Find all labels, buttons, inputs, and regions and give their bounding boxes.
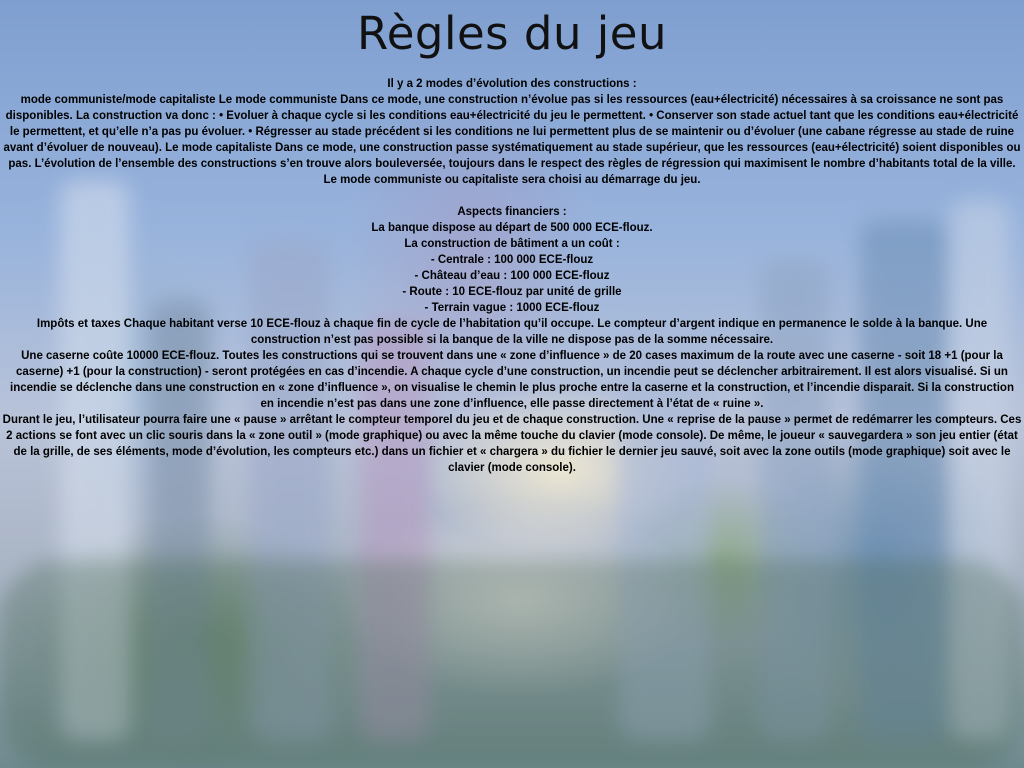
cost-heading: La construction de bâtiment a un coût : <box>404 238 620 250</box>
rules-text: Il y a 2 modes d’évolution des construct… <box>2 76 1022 476</box>
finance-heading: Aspects financiers : <box>457 206 567 218</box>
pause-save-paragraph: Durant le jeu, l’utilisateur pourra fair… <box>2 414 1022 474</box>
rules-page: Règles du jeu Il y a 2 modes d’évolution… <box>0 0 1024 768</box>
evolution-heading: Il y a 2 modes d’évolution des construct… <box>387 78 637 90</box>
cost-item-chateau-eau: - Château d’eau : 100 000 ECE-flouz <box>414 270 610 282</box>
page-title: Règles du jeu <box>356 7 668 60</box>
fire-station-paragraph: Une caserne coûte 10000 ECE-flouz. Toute… <box>10 350 1014 410</box>
evolution-paragraph: mode communiste/mode capitaliste Le mode… <box>3 94 1021 186</box>
taxes-paragraph: Impôts et taxes Chaque habitant verse 10… <box>36 318 988 346</box>
bank-line: La banque dispose au départ de 500 000 E… <box>371 222 653 234</box>
cost-item-centrale: - Centrale : 100 000 ECE-flouz <box>430 254 594 266</box>
cost-item-route: - Route : 10 ECE-flouz par unité de gril… <box>402 286 622 298</box>
cost-item-terrain-vague: - Terrain vague : 1000 ECE-flouz <box>424 302 600 314</box>
